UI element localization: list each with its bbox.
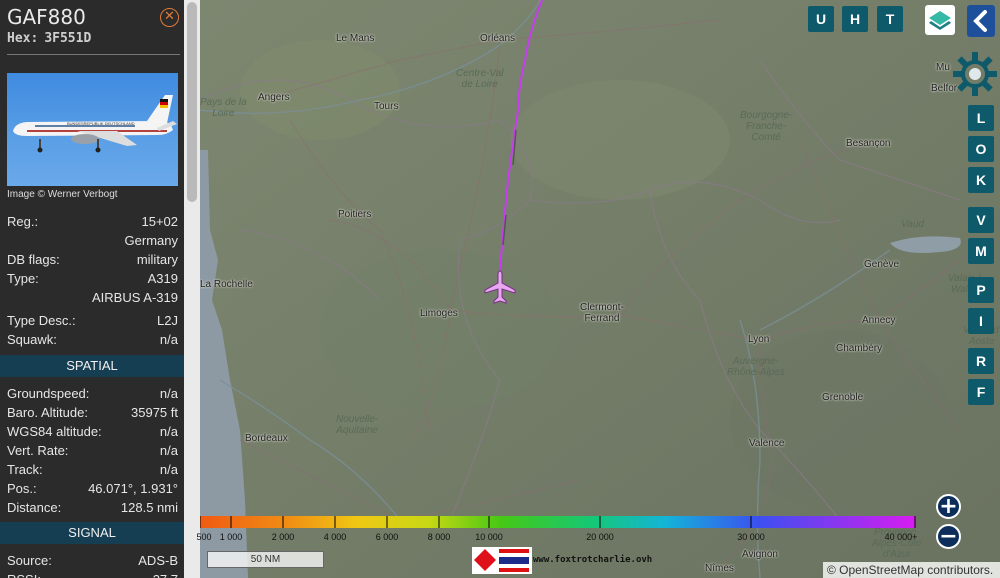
hex-value: 3F551D bbox=[44, 31, 92, 46]
gear-icon[interactable] bbox=[951, 50, 999, 98]
signal-label: RSSI: bbox=[7, 572, 41, 578]
callsign: GAF880 bbox=[7, 5, 86, 29]
altitude-legend-label: 500 bbox=[196, 532, 212, 542]
details-row: Type Desc.: L2J bbox=[7, 313, 178, 332]
spatial-value: n/a bbox=[159, 424, 178, 439]
spatial-value: n/a bbox=[159, 443, 178, 458]
spatial-value: n/a bbox=[159, 386, 178, 401]
spatial-row: WGS84 altitude: n/a bbox=[7, 424, 178, 443]
signal-row: RSSI: -27.7 bbox=[7, 572, 178, 578]
t-button[interactable]: T bbox=[877, 6, 903, 32]
details-label: Type: bbox=[7, 271, 39, 286]
altitude-legend-label: 2 000 bbox=[271, 532, 295, 542]
altitude-legend-label: 4 000 bbox=[323, 532, 347, 542]
zoom-out-button[interactable]: − bbox=[936, 524, 961, 549]
altitude-legend-label: 1 000 bbox=[219, 532, 243, 542]
r-button[interactable]: R bbox=[968, 348, 994, 374]
spatial-header: SPATIAL bbox=[0, 355, 184, 377]
flight-track bbox=[499, 0, 543, 271]
spatial-label: Groundspeed: bbox=[7, 386, 90, 401]
spatial-value: 128.5 nmi bbox=[120, 500, 178, 515]
signal-label: Source: bbox=[7, 553, 52, 568]
details-value: AIRBUS A-319 bbox=[92, 290, 178, 305]
spatial-label: Pos.: bbox=[7, 481, 37, 496]
layers-button[interactable] bbox=[925, 5, 955, 35]
spatial-label: WGS84 altitude: bbox=[7, 424, 102, 439]
svg-text:BUNDESREPUBLIK DEUTSCHLAND: BUNDESREPUBLIK DEUTSCHLAND bbox=[67, 121, 135, 126]
foxtrotcharlie-logo bbox=[472, 547, 532, 574]
details-label: Type Desc.: bbox=[7, 313, 76, 328]
altitude-legend-label: 6 000 bbox=[375, 532, 399, 542]
scale-bar: 50 NM bbox=[207, 551, 324, 568]
close-icon[interactable]: ✕ bbox=[160, 8, 179, 27]
signal-header: SIGNAL bbox=[0, 522, 184, 544]
f-button[interactable]: F bbox=[968, 379, 994, 405]
details-value: L2J bbox=[157, 313, 178, 328]
spatial-row: Groundspeed: n/a bbox=[7, 386, 178, 405]
altitude-legend-label: 10 000 bbox=[475, 532, 503, 542]
details-value: Germany bbox=[124, 233, 178, 248]
spatial-row: Pos.: 46.071°, 1.931° bbox=[7, 481, 178, 500]
i-button[interactable]: I bbox=[968, 308, 994, 334]
details-value: n/a bbox=[159, 332, 178, 347]
signal-row: Source: ADS-B bbox=[7, 553, 178, 572]
signal-value: -27.7 bbox=[148, 572, 178, 578]
divider bbox=[7, 54, 180, 55]
spatial-label: Track: bbox=[7, 462, 43, 477]
aircraft-info-content: GAF880 ✕ Hex: 3F551D BUNDESREPUBLIK DEUTS… bbox=[0, 0, 184, 578]
spatial-value: 46.071°, 1.931° bbox=[88, 481, 178, 496]
details-row: AIRBUS A-319 bbox=[7, 290, 178, 309]
aircraft-info-panel: GAF880 ✕ Hex: 3F551D BUNDESREPUBLIK DEUTS… bbox=[0, 0, 200, 578]
spatial-row: Track: n/a bbox=[7, 462, 178, 481]
altitude-legend-label: 8 000 bbox=[427, 532, 451, 542]
scrollbar-thumb[interactable] bbox=[187, 2, 197, 202]
details-row: DB flags: military bbox=[7, 252, 178, 271]
collapse-sidebar-button[interactable] bbox=[967, 5, 995, 37]
details-value: 15+02 bbox=[141, 214, 178, 229]
layers-icon bbox=[929, 11, 951, 30]
details-value: A319 bbox=[147, 271, 178, 286]
spatial-value: 35975 ft bbox=[131, 405, 178, 420]
details-row: Type: A319 bbox=[7, 271, 178, 290]
signal-value: ADS-B bbox=[138, 553, 178, 568]
altitude-legend-label: 40 000+ bbox=[884, 532, 918, 542]
site-url[interactable]: www.foxtrotcharlie.ovh bbox=[533, 555, 652, 565]
spatial-row: Distance: 128.5 nmi bbox=[7, 500, 178, 519]
hex-label: Hex: bbox=[7, 31, 39, 46]
details-value: military bbox=[136, 252, 178, 267]
altitude-legend-label: 30 000 bbox=[737, 532, 765, 542]
details-label: Squawk: bbox=[7, 332, 57, 347]
k-button[interactable]: K bbox=[968, 167, 994, 193]
spatial-label: Vert. Rate: bbox=[7, 443, 69, 458]
aircraft-marker-icon[interactable] bbox=[484, 270, 516, 306]
spatial-row: Baro. Altitude: 35975 ft bbox=[7, 405, 178, 424]
details-row: Reg.: 15+02 bbox=[7, 214, 178, 233]
v-button[interactable]: V bbox=[968, 207, 994, 233]
altitude-legend-label: 20 000 bbox=[586, 532, 614, 542]
map[interactable]: Le Mans Orléans Angers Tours Poitiers La Roch… bbox=[200, 0, 1000, 578]
p-button[interactable]: P bbox=[968, 277, 994, 303]
details-row: Germany bbox=[7, 233, 178, 252]
spatial-label: Distance: bbox=[7, 500, 62, 515]
altitude-legend bbox=[200, 516, 916, 528]
details-label: DB flags: bbox=[7, 252, 60, 267]
l-button[interactable]: L bbox=[968, 105, 994, 131]
details-label: Reg.: bbox=[7, 214, 39, 229]
o-button[interactable]: O bbox=[968, 136, 994, 162]
details-row: Squawk: n/a bbox=[7, 332, 178, 351]
zoom-in-button[interactable]: + bbox=[936, 494, 961, 519]
h-button[interactable]: H bbox=[842, 6, 868, 32]
m-button[interactable]: M bbox=[968, 238, 994, 264]
chevron-left-icon bbox=[973, 10, 987, 32]
spatial-value: n/a bbox=[159, 462, 178, 477]
hex-line: Hex: 3F551D bbox=[7, 31, 91, 46]
map-attribution[interactable]: © OpenStreetMap contributors. bbox=[823, 562, 1000, 578]
aircraft-photo-image: BUNDESREPUBLIK DEUTSCHLAND bbox=[13, 95, 177, 153]
u-button[interactable]: U bbox=[808, 6, 834, 32]
sidebar-scrollbar[interactable] bbox=[184, 0, 200, 578]
spatial-label: Baro. Altitude: bbox=[7, 405, 88, 420]
spatial-row: Vert. Rate: n/a bbox=[7, 443, 178, 462]
photo-credit: Image © Werner Verbogt bbox=[7, 189, 118, 200]
aircraft-photo[interactable]: BUNDESREPUBLIK DEUTSCHLAND bbox=[7, 73, 178, 186]
